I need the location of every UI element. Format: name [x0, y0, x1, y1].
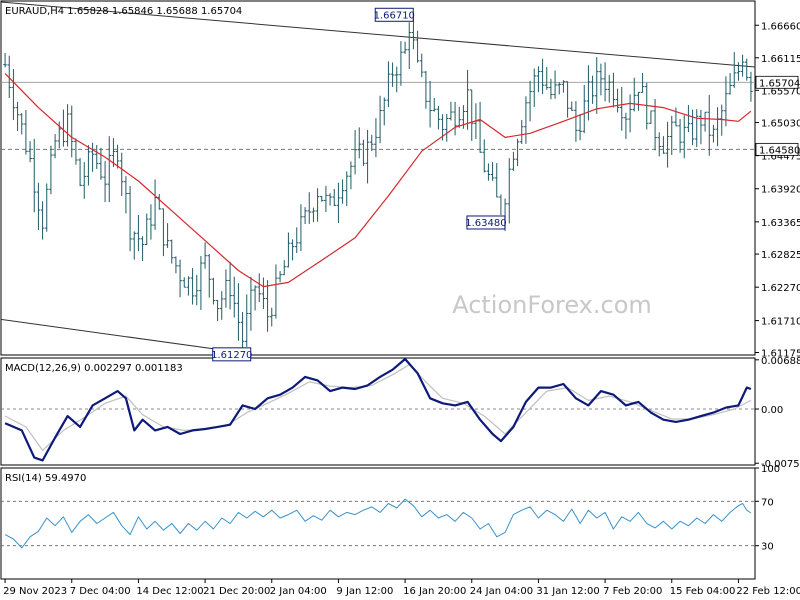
rsi-panel-frame — [0, 467, 756, 580]
annotation-label: 1.61270 — [211, 350, 252, 361]
price-tick-label: 1.62825 — [761, 250, 800, 261]
price-tick-label: 1.66660 — [761, 21, 800, 32]
time-tick-label: 21 Dec 20:00 — [203, 586, 270, 597]
annotation-label: 1.63480 — [465, 218, 506, 229]
annotation-label: 1.66710 — [374, 10, 415, 21]
price-tick-label: 1.61710 — [761, 317, 800, 328]
macd-tick-label: 0.00 — [761, 405, 783, 416]
low-value: 1.65688 — [156, 6, 197, 17]
current-price-tag-text: 1.65704 — [759, 78, 800, 89]
time-tick-label: 7 Dec 04:00 — [70, 586, 131, 597]
swing-annotation-1: 1.63480 — [465, 215, 507, 230]
time-tick-label: 29 Nov 2023 — [3, 586, 67, 597]
macd-header: MACD(12,26,9) 0.002297 0.001183 — [5, 363, 183, 374]
swing-annotation-0: 1.66710 — [374, 7, 415, 22]
level-price-tag-text: 1.64580 — [759, 145, 800, 156]
macd-tick-label: 0.006886 — [761, 356, 800, 367]
time-tick-label: 7 Feb 20:00 — [603, 586, 662, 597]
time-tick-label: 16 Jan 20:00 — [403, 586, 466, 597]
swing-annotation-2: 1.61270 — [211, 347, 252, 362]
close-value: 1.65704 — [201, 6, 242, 17]
rsi-header: RSI(14) 59.4970 — [5, 473, 86, 484]
time-tick-label: 24 Jan 04:00 — [470, 586, 533, 597]
macd-panel-frame — [0, 357, 756, 466]
euraud-h4-chart: ActionForex.com 1.66710 1.63480 1.61270 1.… — [0, 0, 800, 597]
open-value: 1.65828 — [67, 6, 108, 17]
price-header: EURAUD,H4 1.65828 1.65846 1.65688 1.6570… — [5, 6, 242, 17]
price-tick-label: 1.62270 — [761, 283, 800, 294]
time-tick-label: 14 Dec 12:00 — [136, 586, 203, 597]
high-value: 1.65846 — [112, 6, 153, 17]
level-price-tag: 1.64580 — [755, 142, 800, 156]
price-tick-label: 1.63365 — [761, 218, 800, 229]
time-tick-label: 2 Jan 04:00 — [270, 586, 327, 597]
rsi-tick-label: 100 — [761, 464, 780, 475]
time-tick-label: 22 Feb 12:00 — [736, 586, 800, 597]
price-tick-label: 1.65030 — [761, 119, 800, 130]
rsi-tick-label: 70 — [761, 497, 774, 508]
symbol-label: EURAUD,H4 — [5, 6, 64, 17]
time-tick-label: 31 Jan 12:00 — [536, 586, 599, 597]
time-tick-label: 9 Jan 12:00 — [336, 586, 393, 597]
watermark: ActionForex.com — [452, 291, 652, 319]
rsi-tick-label: 30 — [761, 542, 774, 553]
price-tick-label: 1.63920 — [761, 185, 800, 196]
price-tick-label: 1.66115 — [761, 54, 800, 65]
current-price-tag: 1.65704 — [755, 75, 800, 89]
time-tick-label: 15 Feb 04:00 — [670, 586, 736, 597]
